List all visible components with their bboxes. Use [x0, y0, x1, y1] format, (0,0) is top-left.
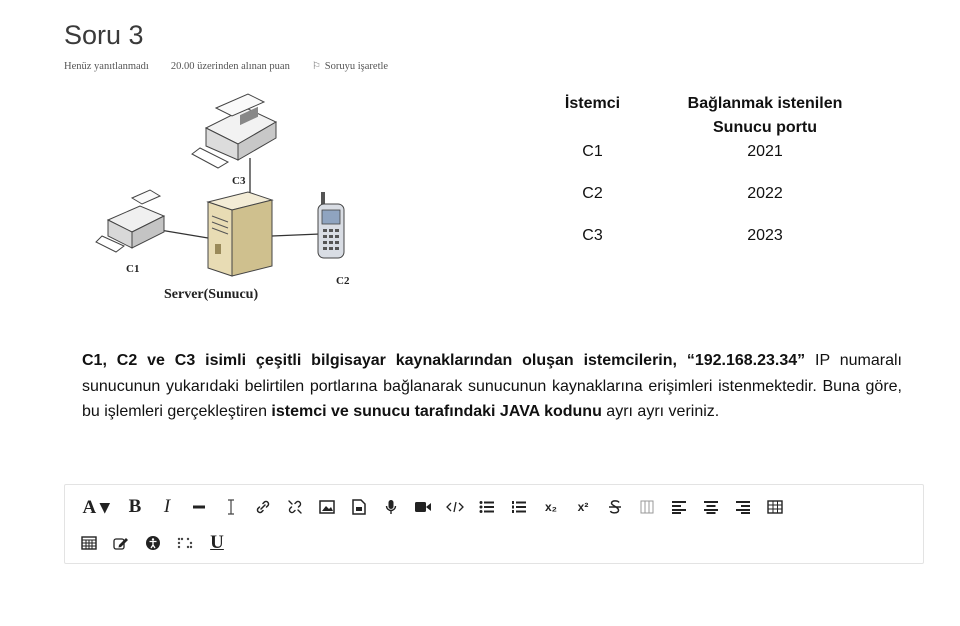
editor-toolbar-row-2: U	[73, 529, 233, 557]
answer-editor[interactable]: A ▾ B I x₂ x² U	[64, 484, 924, 564]
c1-label: C1	[126, 263, 139, 275]
question-text-bold-intro: C1, C2 ve C3 isimli çeşitli bilgisayar k…	[82, 352, 806, 369]
table-row: C3 2023	[540, 224, 920, 266]
bullet-list-button[interactable]	[471, 493, 503, 521]
align-left-icon	[672, 501, 686, 514]
row-port: 2023	[747, 227, 783, 244]
question-text: C1, C2 ve C3 isimli çeşitli bilgisayar k…	[82, 348, 902, 425]
question-status: Henüz yanıtlanmadı	[64, 61, 149, 72]
code-icon	[446, 501, 464, 513]
horizontal-rule-icon	[193, 505, 205, 509]
strikethrough-icon	[609, 500, 621, 514]
row-client: C2	[582, 185, 603, 202]
columns-icon	[640, 500, 654, 514]
align-left-button[interactable]	[663, 493, 695, 521]
question-points: 20.00 üzerinden alınan puan	[170, 61, 290, 72]
font-style-button[interactable]: A ▾	[73, 493, 119, 521]
unlink-icon	[288, 500, 302, 514]
align-right-button[interactable]	[727, 493, 759, 521]
insert-table-button[interactable]	[759, 493, 791, 521]
table-row: C1 2021	[540, 140, 920, 182]
question-title: Soru 3	[64, 20, 144, 50]
align-center-icon	[704, 501, 718, 514]
server-label: Server(Sunucu)	[164, 287, 258, 302]
bold-button[interactable]: B	[119, 493, 151, 521]
subscript-button[interactable]: x₂	[535, 493, 567, 521]
printer-icon	[95, 189, 166, 253]
text-cursor-icon	[228, 499, 234, 515]
horizontal-rule-button[interactable]	[183, 493, 215, 521]
flag-question-link[interactable]: ⚐ Soruyu işaretle	[312, 61, 388, 72]
file-media-icon	[352, 499, 366, 515]
insert-image-button[interactable]	[311, 493, 343, 521]
port-table: İstemci Bağlanmak istenilen Sunucu portu…	[540, 92, 920, 266]
header-client: İstemci	[564, 95, 621, 112]
row-client: C1	[582, 143, 603, 160]
accessibility-icon	[146, 536, 160, 550]
align-center-button[interactable]	[695, 493, 727, 521]
question-text-bold2: istemci ve sunucu tarafındaki JAVA kodun…	[271, 403, 602, 420]
flag-label: Soruyu işaretle	[324, 61, 389, 72]
link-c1	[159, 229, 209, 239]
row-port: 2022	[747, 185, 783, 202]
record-video-button[interactable]	[407, 493, 439, 521]
record-audio-button[interactable]	[375, 493, 407, 521]
clear-formatting-button[interactable]	[215, 493, 247, 521]
underline-button[interactable]: U	[201, 529, 233, 557]
row-client: C3	[582, 227, 603, 244]
link-icon	[256, 500, 270, 514]
link-button[interactable]	[247, 493, 279, 521]
video-camera-icon	[415, 502, 431, 512]
mobile-phone-icon	[317, 192, 345, 259]
equation-editor-button[interactable]	[73, 529, 105, 557]
edit-icon	[113, 538, 128, 550]
numbered-list-icon	[512, 501, 526, 513]
header-port-line1: Bağlanmak istenilen	[687, 95, 843, 112]
flag-icon: ⚐	[311, 61, 321, 72]
table-columns-button[interactable]	[631, 493, 663, 521]
fax-machine-icon	[191, 93, 278, 169]
braille-icon	[177, 537, 193, 549]
screenreader-helper-button[interactable]	[169, 529, 201, 557]
italic-button[interactable]: I	[151, 493, 183, 521]
calculator-grid-icon	[81, 536, 97, 550]
strikethrough-button[interactable]	[599, 493, 631, 521]
header-port: Bağlanmak istenilen Sunucu portu	[645, 92, 885, 140]
c3-label: C3	[232, 175, 246, 187]
table-icon	[767, 500, 783, 514]
editor-toolbar-row-1: A ▾ B I x₂ x²	[73, 493, 791, 521]
row-port: 2021	[747, 143, 783, 160]
c2-label: C2	[336, 275, 350, 287]
superscript-button[interactable]: x²	[567, 493, 599, 521]
unlink-button[interactable]	[279, 493, 311, 521]
question-text-part3: ayrı ayrı veriniz.	[601, 403, 720, 420]
network-diagram: C3 C1 Server(Sunucu) C2	[95, 93, 350, 302]
bullet-list-icon	[479, 501, 494, 513]
align-right-icon	[736, 501, 750, 514]
accessibility-checker-button[interactable]	[137, 529, 169, 557]
html-source-button[interactable]	[439, 493, 471, 521]
insert-media-button[interactable]	[343, 493, 375, 521]
edit-button[interactable]	[105, 529, 137, 557]
header-port-line2: Sunucu portu	[713, 119, 817, 136]
numbered-list-button[interactable]	[503, 493, 535, 521]
question-info: Henüz yanıtlanmadı 20.00 üzerinden alına…	[64, 61, 388, 72]
table-header-row: İstemci Bağlanmak istenilen Sunucu portu	[540, 92, 920, 140]
image-icon	[319, 500, 335, 514]
table-row: C2 2022	[540, 182, 920, 224]
link-c2	[271, 233, 321, 237]
microphone-icon	[385, 500, 397, 514]
server-icon	[206, 191, 274, 277]
